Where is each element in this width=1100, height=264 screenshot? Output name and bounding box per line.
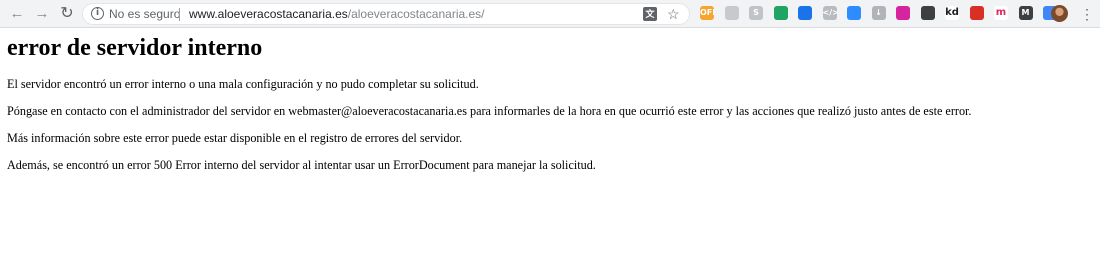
info-icon[interactable]: i: [91, 7, 104, 20]
forward-icon[interactable]: →: [33, 5, 51, 23]
download-icon[interactable]: ↓: [871, 6, 886, 20]
back-icon[interactable]: ←: [8, 5, 26, 23]
menu-icon[interactable]: ⋮: [1080, 5, 1094, 23]
zoom-icon[interactable]: [847, 6, 861, 20]
url-path: /aloeveracostacanaria.es/: [347, 7, 485, 21]
browser-toolbar: ← → ↻ i No es seguro www.aloeveracostaca…: [0, 0, 1100, 28]
avatar[interactable]: [1051, 5, 1068, 22]
address-bar[interactable]: i No es seguro www.aloeveracostacanaria.…: [82, 3, 690, 25]
bookmark-star-icon[interactable]: ☆: [667, 4, 680, 24]
m-dark-icon[interactable]: M: [1018, 6, 1033, 20]
translate-icon[interactable]: 文: [643, 7, 657, 21]
grammarly-icon[interactable]: [773, 6, 788, 20]
shield-extension-icon[interactable]: [920, 6, 935, 20]
kd-icon[interactable]: kd: [945, 6, 959, 20]
address-separator: [179, 8, 180, 21]
gray-extension-icon[interactable]: [724, 6, 739, 20]
paragraph-contact: Póngase en contacto con el administrador…: [7, 104, 972, 118]
reload-icon[interactable]: ↻: [58, 5, 76, 23]
skype-icon[interactable]: S: [749, 6, 763, 20]
m-red-icon[interactable]: m: [994, 6, 1008, 20]
paragraph-intro: El servidor encontró un error interno o …: [7, 77, 479, 91]
page-content: error de servidor interno El servidor en…: [7, 34, 1092, 185]
url-text[interactable]: www.aloeveracostacanaria.es/aloeveracost…: [189, 4, 485, 24]
instagram-icon[interactable]: [896, 6, 910, 20]
url-host: www.aloeveracostacanaria.es: [189, 7, 348, 21]
search-extension-icon[interactable]: [798, 6, 812, 20]
flag-extension-icon[interactable]: [969, 6, 984, 20]
paragraph-more-info: Más información sobre este error puede e…: [7, 131, 463, 145]
page-title: error de servidor interno: [7, 35, 263, 61]
code-icon[interactable]: </>: [822, 6, 837, 20]
paragraph-errordocument: Además, se encontró un error 500 Error i…: [7, 158, 596, 172]
off-badge-icon[interactable]: OFF: [700, 6, 714, 20]
security-label[interactable]: No es seguro: [109, 4, 180, 24]
